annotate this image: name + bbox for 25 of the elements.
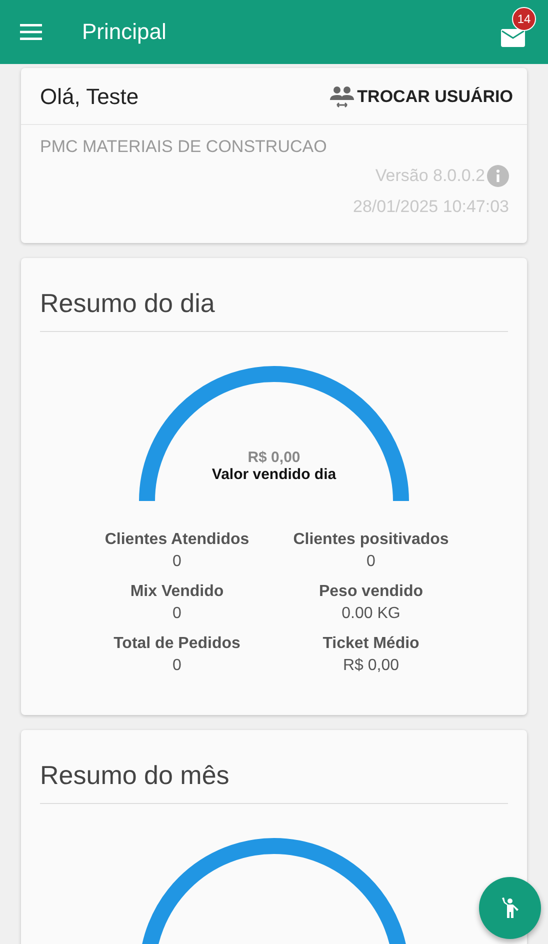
gauge-value: R$ 0,00	[248, 449, 300, 466]
stat-label: Clientes Atendidos	[104, 531, 250, 549]
gauge-label: Valor vendido dia	[212, 466, 336, 483]
notification-badge: 14	[512, 7, 536, 31]
switch-user-button[interactable]: TROCAR USUÁRIO	[329, 85, 513, 109]
screen-title: Principal	[82, 19, 168, 45]
mail-icon[interactable]	[501, 27, 525, 47]
stat-value: 0	[172, 553, 182, 571]
stat-value: 0.00 KG	[342, 605, 400, 623]
stat-label: Ticket Médio	[322, 635, 420, 653]
stat-label: Mix Vendido	[130, 583, 224, 601]
section-title: Resumo do dia	[40, 258, 508, 332]
menu-icon[interactable]	[20, 24, 42, 40]
stat-value: 0	[172, 605, 182, 623]
people-swap-icon	[329, 85, 356, 109]
section-title: Resumo do mês	[40, 730, 508, 804]
stat-label: Clientes positivados	[293, 531, 449, 549]
stat-label: Total de Pedidos	[114, 635, 240, 653]
stat-value: 0	[172, 657, 182, 675]
stat-label: Peso vendido	[318, 583, 424, 601]
company-name: PMC MATERIAIS DE CONSTRUCAO	[40, 137, 328, 157]
stat-value: R$ 0,00	[342, 657, 400, 675]
greeting: Olá, Teste	[40, 84, 139, 110]
stat-value: 0	[366, 553, 376, 571]
info-icon[interactable]	[487, 165, 509, 187]
